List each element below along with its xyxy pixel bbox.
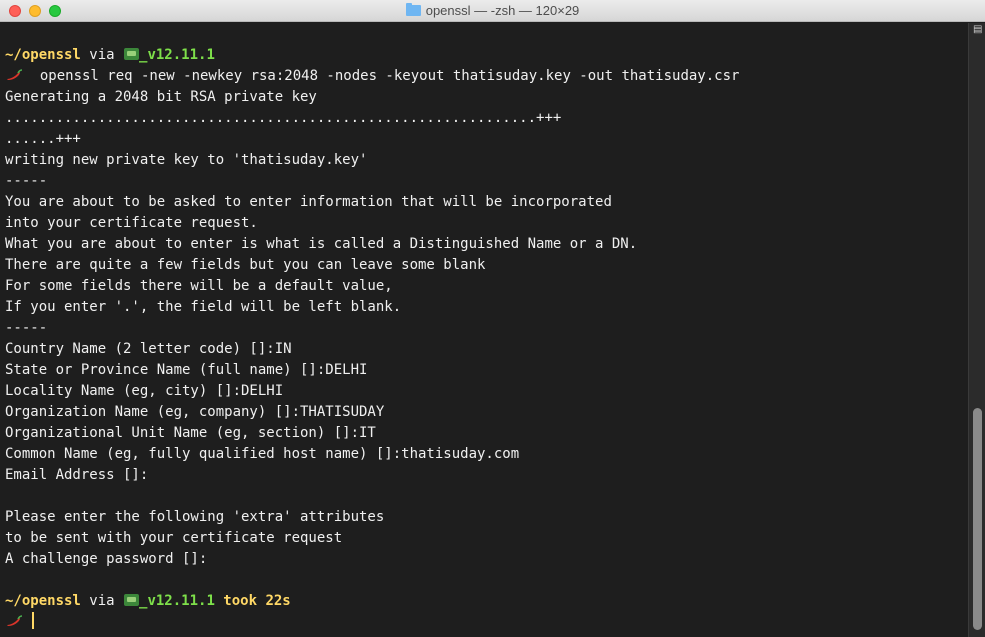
command-line: openssl req -new -newkey rsa:2048 -nodes… — [5, 66, 739, 87]
output-line: Common Name (eg, fully qualified host na… — [5, 446, 520, 462]
output-line: Locality Name (eg, city) []:DELHI — [5, 383, 284, 399]
prompt-node-version: _v12.11.1 — [139, 47, 215, 63]
prompt-line-1: ~/openssl via _v12.11.1 — [5, 45, 215, 66]
scroll-thumb[interactable] — [973, 408, 982, 630]
output-line: What you are about to enter is what is c… — [5, 236, 638, 252]
folder-icon — [405, 3, 421, 16]
output-line: Country Name (2 letter code) []:IN — [5, 341, 292, 357]
window-title: openssl — -zsh — 120×29 — [0, 3, 985, 18]
chili-pepper-icon — [5, 613, 23, 626]
scroll-options-icon[interactable]: ▤ — [973, 25, 983, 35]
output-line: to be sent with your certificate request — [5, 530, 343, 546]
output-line: ......+++ — [5, 131, 81, 147]
output-line: You are about to be asked to enter infor… — [5, 194, 612, 210]
output-line: into your certificate request. — [5, 215, 258, 231]
prompt-via: via — [80, 593, 124, 609]
prompt-duration: took 22s — [214, 593, 291, 609]
terminal-window: openssl — -zsh — 120×29 ~/openssl via _v… — [0, 0, 985, 637]
prompt-node-version: _v12.11.1 — [139, 593, 215, 609]
terminal-output[interactable]: ~/openssl via _v12.11.1 openssl req -new… — [0, 23, 968, 637]
prompt-directory: ~/openssl — [5, 47, 81, 63]
chili-pepper-icon — [5, 67, 23, 80]
output-line: Email Address []: — [5, 467, 149, 483]
window-title-text: openssl — -zsh — 120×29 — [425, 3, 580, 18]
output-line: State or Province Name (full name) []:DE… — [5, 362, 368, 378]
output-line: If you enter '.', the field will be left… — [5, 299, 402, 315]
prompt-directory: ~/openssl — [5, 593, 81, 609]
node-icon — [124, 48, 140, 60]
output-line: ----- — [5, 320, 48, 336]
output-line: writing new private key to 'thatisuday.k… — [5, 152, 368, 168]
output-line: For some fields there will be a default … — [5, 278, 393, 294]
output-line: Please enter the following 'extra' attri… — [5, 509, 385, 525]
prompt-via: via — [80, 47, 124, 63]
output-line: Generating a 2048 bit RSA private key — [5, 89, 317, 105]
output-line: ----- — [5, 173, 48, 189]
vertical-scrollbar[interactable]: ▤ — [968, 23, 985, 637]
input-line[interactable] — [5, 612, 34, 633]
output-line: There are quite a few fields but you can… — [5, 257, 486, 273]
command-text: openssl req -new -newkey rsa:2048 -nodes… — [23, 68, 740, 84]
output-line: A challenge password []: — [5, 551, 208, 567]
text-cursor — [32, 612, 34, 629]
prompt-line-2: ~/openssl via _v12.11.1 took 22s — [5, 591, 291, 612]
node-icon — [124, 594, 140, 606]
output-line: Organization Name (eg, company) []:THATI… — [5, 404, 385, 420]
output-line: ........................................… — [5, 110, 562, 126]
output-line: Organizational Unit Name (eg, section) [… — [5, 425, 376, 441]
title-bar[interactable]: openssl — -zsh — 120×29 — [0, 0, 985, 22]
